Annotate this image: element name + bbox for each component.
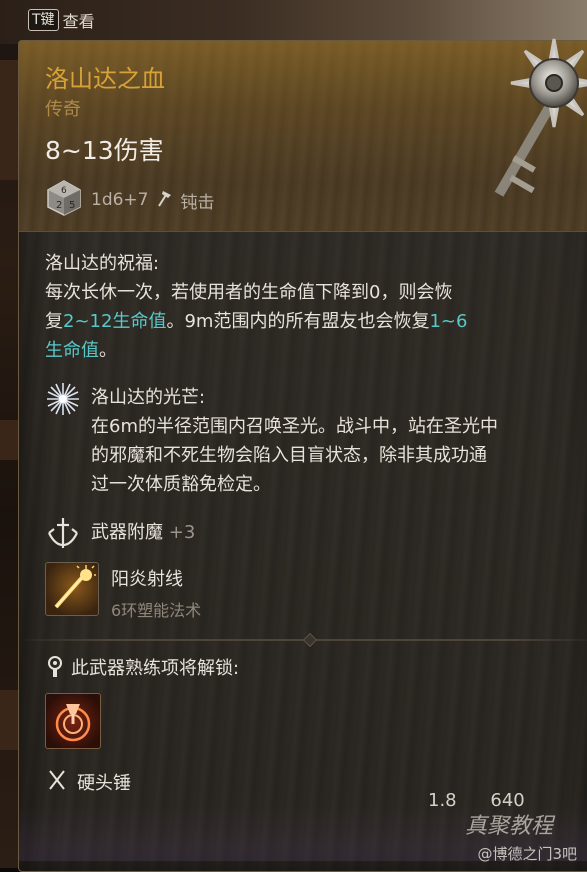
- blessing-text: 。9m范围内的所有盟友也会恢复: [166, 311, 430, 332]
- enchant-icon: [45, 515, 81, 555]
- spell-name: 阳炎射线: [111, 569, 183, 590]
- damage-dice-row: 2 5 6 1d6+7 钝击: [45, 179, 214, 221]
- blessing-title: 洛山达的祝福:: [45, 253, 160, 274]
- keybind-badge: T键: [28, 9, 59, 31]
- background-strip: [0, 420, 19, 460]
- heal-amount: 2~12生命值: [63, 311, 167, 332]
- enchant-label: 武器附魔: [91, 522, 163, 543]
- damage-type: 钝击: [180, 192, 215, 213]
- watermark-logo: 真聚教程: [465, 814, 554, 839]
- radiance-section: 洛山达的光芒: 在6m的半径范围内召唤圣光。战斗中，站在圣光中 的邪魔和不死生物…: [91, 383, 587, 499]
- dice-icon: 2 5 6: [45, 179, 83, 221]
- mace-class-icon: [47, 769, 67, 795]
- enchant-value: +3: [168, 522, 196, 543]
- proficiency-title: 此武器熟练项将解锁:: [71, 658, 240, 679]
- mace-weapon-icon: [479, 31, 587, 215]
- tooltip-header: 洛山达之血 传奇 8~13伤害 2 5 6 1d6+7 钝击: [19, 38, 587, 232]
- blessing-section: 洛山达的祝福: 每次长休一次，若使用者的生命值下降到0，则会恢 复2~12生命值…: [45, 249, 585, 365]
- item-weight: 1.8: [428, 790, 457, 811]
- background-strip: [0, 690, 19, 750]
- sunbeam-spell-icon[interactable]: [45, 562, 99, 616]
- item-name: 洛山达之血: [45, 65, 165, 93]
- radiance-title: 洛山达的光芒:: [91, 387, 206, 408]
- weapon-class-label: 硬头锤: [77, 773, 131, 794]
- bludgeon-icon: [156, 189, 172, 211]
- lock-icon: [45, 655, 65, 683]
- examine-hint[interactable]: T键 查看: [28, 8, 95, 32]
- divider-notch: [302, 632, 318, 648]
- hitpoints-term: 生命值: [45, 340, 99, 361]
- item-damage: 8~13伤害: [45, 136, 164, 165]
- enchant-row: 武器附魔 +3: [91, 518, 195, 547]
- blessing-line-1: 每次长休一次，若使用者的生命值下降到0，则会恢: [45, 282, 453, 303]
- weapon-action-icon[interactable]: [45, 693, 101, 749]
- item-tooltip: 洛山达之血 传奇 8~13伤害 2 5 6 1d6+7 钝击 洛山达的祝福: 每…: [18, 38, 587, 872]
- section-divider: [19, 632, 587, 648]
- radiance-line-1: 在6m的半径范围内召唤圣光。战斗中，站在圣光中: [91, 416, 498, 437]
- radiance-line-3: 过一次体质豁免检定。: [91, 474, 271, 495]
- spell-level: 6环塑能法术: [111, 601, 202, 620]
- blessing-text: 。: [99, 340, 117, 361]
- svg-text:6: 6: [61, 186, 67, 196]
- ally-heal-amount: 1~6: [429, 311, 468, 332]
- radiance-icon: [45, 381, 81, 421]
- damage-dice: 1d6+7: [91, 190, 149, 210]
- svg-text:5: 5: [69, 200, 75, 211]
- item-rarity: 传奇: [45, 99, 81, 120]
- examine-label: 查看: [62, 12, 95, 31]
- watermark-source: @博德之门3吧: [477, 845, 577, 863]
- radiance-line-2: 的邪魔和不死生物会陷入目盲状态，除非其成功通: [91, 445, 487, 466]
- blessing-line-3: 生命值。: [45, 336, 585, 365]
- blessing-text: 复: [45, 311, 63, 332]
- background-strip: [0, 60, 19, 180]
- blessing-line-2: 复2~12生命值。9m范围内的所有盟友也会恢复1~6: [45, 307, 585, 336]
- svg-text:2: 2: [56, 200, 62, 211]
